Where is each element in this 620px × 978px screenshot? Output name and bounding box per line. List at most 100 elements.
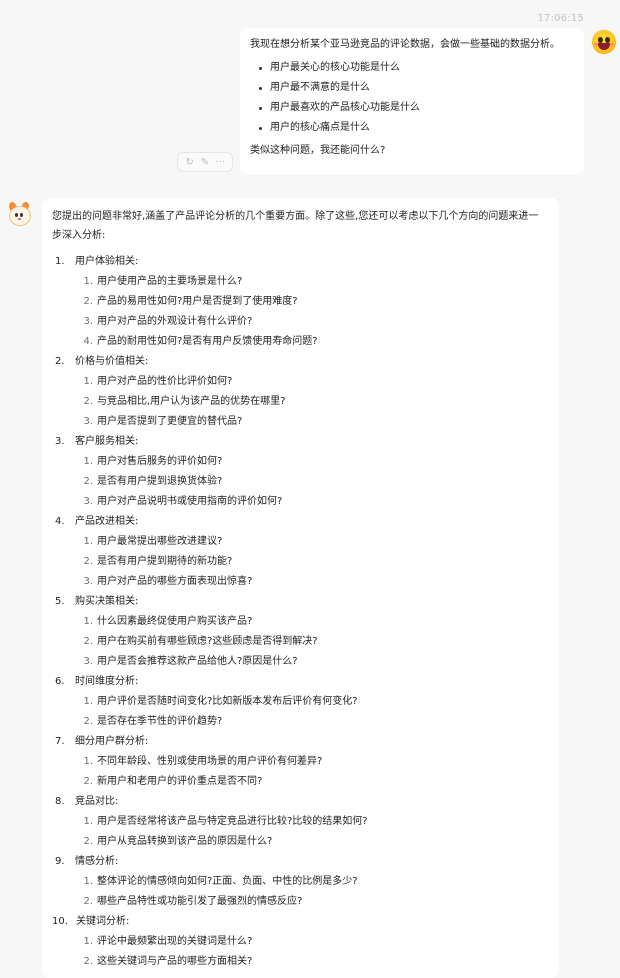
section-number: 2. bbox=[55, 356, 65, 367]
sub-question-list: 1. 评论中最频繁出现的关键词是什么? 2. 这些关键词与产品的哪些方面相关? bbox=[52, 932, 547, 972]
section-title-text: 客户服务相关: bbox=[75, 436, 139, 447]
sub-question-number: 2. bbox=[83, 776, 93, 787]
bullet-item: 用户最不满意的是什么 bbox=[250, 78, 574, 98]
section-title: 6. 时间维度分析: bbox=[52, 672, 547, 692]
sub-question-text: 用户对产品的哪些方面表现出惊喜? bbox=[97, 576, 253, 587]
user-avatar bbox=[592, 30, 616, 54]
section-title: 4. 产品改进相关: bbox=[52, 512, 547, 532]
avatar-eye bbox=[20, 213, 23, 217]
section-title-text: 时间维度分析: bbox=[75, 676, 139, 687]
section-number: 5. bbox=[55, 596, 65, 607]
sub-question-list: 1. 用户使用产品的主要场景是什么? 2. 产品的易用性如何?用户是否提到了使用难度?… bbox=[52, 272, 547, 352]
bullet-item: 用户的核心痛点是什么 bbox=[250, 118, 574, 138]
sub-question-number: 2. bbox=[83, 476, 93, 487]
sub-question-item: 2. 是否有用户提到退换货体验? bbox=[52, 472, 547, 492]
sub-question-item: 2. 产品的易用性如何?用户是否提到了使用难度? bbox=[52, 292, 547, 312]
sub-question-item: 1. 用户使用产品的主要场景是什么? bbox=[52, 272, 547, 292]
section-title-text: 竞品对比: bbox=[75, 796, 119, 807]
sub-question-text: 与竞品相比,用户认为该产品的优势在哪里? bbox=[97, 396, 286, 407]
sub-question-number: 2. bbox=[83, 556, 93, 567]
sub-question-text: 用户使用产品的主要场景是什么? bbox=[97, 276, 243, 287]
sub-question-item: 2. 哪些产品特性或功能引发了最强烈的情感反应? bbox=[52, 892, 547, 912]
bullet-item: 用户最喜欢的产品核心功能是什么 bbox=[250, 98, 574, 118]
section-title-text: 情感分析: bbox=[75, 856, 119, 867]
question-sections-list: 1. 用户体验相关: 1. 用户使用产品的主要场景是什么? 2. 产品的易用性如何?用户是… bbox=[52, 252, 547, 972]
sub-question-text: 这些关键词与产品的哪些方面相关? bbox=[97, 956, 253, 967]
sub-question-number: 2. bbox=[83, 896, 93, 907]
sub-question-item: 3. 用户对产品的外观设计有什么评价? bbox=[52, 312, 547, 332]
sub-question-item: 2. 用户从竞品转换到该产品的原因是什么? bbox=[52, 832, 547, 852]
sub-question-item: 1. 用户最常提出哪些改进建议? bbox=[52, 532, 547, 552]
sub-question-number: 3. bbox=[83, 316, 93, 327]
section-title-text: 用户体验相关: bbox=[75, 256, 139, 267]
sub-question-number: 3. bbox=[83, 496, 93, 507]
sub-question-number: 1. bbox=[83, 536, 93, 547]
sub-question-text: 产品的耐用性如何?是否有用户反馈使用寿命问题? bbox=[97, 336, 318, 347]
section-item: 10. 关键词分析: 1. 评论中最频繁出现的关键词是什么? 2. 这些关键词与产品的哪些… bbox=[52, 912, 547, 972]
section-title: 8. 竞品对比: bbox=[52, 792, 547, 812]
sub-question-number: 1. bbox=[83, 276, 93, 287]
sub-question-item: 1. 用户对产品的性价比评价如何? bbox=[52, 372, 547, 392]
user-message-bubble: 我现在想分析某个亚马逊竞品的评论数据，会做一些基础的数据分析。 用户最关心的核心… bbox=[240, 28, 584, 174]
sub-question-item: 3. 用户是否提到了更便宜的替代品? bbox=[52, 412, 547, 432]
sub-question-item: 1. 评论中最频繁出现的关键词是什么? bbox=[52, 932, 547, 952]
section-title: 3. 客户服务相关: bbox=[52, 432, 547, 452]
sub-question-item: 3. 用户对产品的哪些方面表现出惊喜? bbox=[52, 572, 547, 592]
retry-icon[interactable]: ↻ bbox=[183, 157, 197, 168]
sub-question-list: 1. 什么因素最终促使用户购买该产品? 2. 用户在购买前有哪些顾虑?这些顾虑是否得到… bbox=[52, 612, 547, 672]
sub-question-item: 2. 新用户和老用户的评价重点是否不同? bbox=[52, 772, 547, 792]
sub-question-text: 是否有用户提到退换货体验? bbox=[97, 476, 223, 487]
sub-question-text: 用户对产品的性价比评价如何? bbox=[97, 376, 233, 387]
edit-icon[interactable]: ✎ bbox=[198, 157, 212, 168]
sub-question-item: 2. 这些关键词与产品的哪些方面相关? bbox=[52, 952, 547, 972]
avatar-cheek bbox=[610, 43, 614, 46]
sub-question-text: 是否有用户提到期待的新功能? bbox=[97, 556, 233, 567]
section-title: 7. 细分用户群分析: bbox=[52, 732, 547, 752]
sub-question-number: 1. bbox=[83, 616, 93, 627]
section-number: 4. bbox=[55, 516, 65, 527]
section-title: 9. 情感分析: bbox=[52, 852, 547, 872]
sub-question-text: 用户是否提到了更便宜的替代品? bbox=[97, 416, 243, 427]
section-title-text: 购买决策相关: bbox=[75, 596, 139, 607]
sub-question-number: 2. bbox=[83, 396, 93, 407]
sub-question-item: 1. 用户是否经常将该产品与特定竞品进行比较?比较的结果如何? bbox=[52, 812, 547, 832]
sub-question-list: 1. 不同年龄段、性别或使用场景的用户评价有何差异? 2. 新用户和老用户的评价重点是… bbox=[52, 752, 547, 792]
sub-question-list: 1. 用户评价是否随时间变化?比如新版本发布后评价有何变化? 2. 是否存在季节性的评… bbox=[52, 692, 547, 732]
sub-question-list: 1. 用户是否经常将该产品与特定竞品进行比较?比较的结果如何? 2. 用户从竞品转换到… bbox=[52, 812, 547, 852]
section-number: 7. bbox=[55, 736, 65, 747]
section-title: 1. 用户体验相关: bbox=[52, 252, 547, 272]
sub-question-item: 2. 用户在购买前有哪些顾虑?这些顾虑是否得到解决? bbox=[52, 632, 547, 652]
more-icon[interactable]: ··· bbox=[213, 157, 227, 168]
sub-question-number: 1. bbox=[83, 376, 93, 387]
sub-question-text: 哪些产品特性或功能引发了最强烈的情感反应? bbox=[97, 896, 303, 907]
sub-question-number: 2. bbox=[83, 716, 93, 727]
sub-question-number: 1. bbox=[83, 756, 93, 767]
sub-question-number: 1. bbox=[83, 456, 93, 467]
sub-question-number: 2. bbox=[83, 956, 93, 967]
section-item: 2. 价格与价值相关: 1. 用户对产品的性价比评价如何? 2. 与竞品相比,用户认为该产… bbox=[52, 352, 547, 432]
sub-question-number: 1. bbox=[83, 816, 93, 827]
sub-question-number: 1. bbox=[83, 936, 93, 947]
section-title: 2. 价格与价值相关: bbox=[52, 352, 547, 372]
sub-question-text: 用户从竞品转换到该产品的原因是什么? bbox=[97, 836, 273, 847]
sub-question-text: 评论中最频繁出现的关键词是什么? bbox=[97, 936, 253, 947]
section-item: 6. 时间维度分析: 1. 用户评价是否随时间变化?比如新版本发布后评价有何变化? 2.… bbox=[52, 672, 547, 732]
sub-question-number: 1. bbox=[83, 876, 93, 887]
sub-question-text: 是否存在季节性的评价趋势? bbox=[97, 716, 223, 727]
section-number: 1. bbox=[55, 256, 65, 267]
sub-question-number: 2. bbox=[83, 296, 93, 307]
section-title-text: 产品改进相关: bbox=[75, 516, 139, 527]
sub-question-text: 用户是否经常将该产品与特定竞品进行比较?比较的结果如何? bbox=[97, 816, 368, 827]
sub-question-item: 2. 与竞品相比,用户认为该产品的优势在哪里? bbox=[52, 392, 547, 412]
bullet-item: 用户最关心的核心功能是什么 bbox=[250, 58, 574, 78]
section-item: 5. 购买决策相关: 1. 什么因素最终促使用户购买该产品? 2. 用户在购买前有哪些顾虑… bbox=[52, 592, 547, 672]
section-title: 5. 购买决策相关: bbox=[52, 592, 547, 612]
sub-question-item: 1. 不同年龄段、性别或使用场景的用户评价有何差异? bbox=[52, 752, 547, 772]
user-message-intro: 我现在想分析某个亚马逊竞品的评论数据，会做一些基础的数据分析。 bbox=[250, 39, 560, 50]
section-number: 9. bbox=[55, 856, 65, 867]
sub-question-text: 什么因素最终促使用户购买该产品? bbox=[97, 616, 253, 627]
sub-question-text: 新用户和老用户的评价重点是否不同? bbox=[97, 776, 263, 787]
sub-question-item: 4. 产品的耐用性如何?是否有用户反馈使用寿命问题? bbox=[52, 332, 547, 352]
sub-question-text: 不同年龄段、性别或使用场景的用户评价有何差异? bbox=[97, 756, 323, 767]
message-timestamp: 17:06:15 bbox=[537, 13, 584, 24]
